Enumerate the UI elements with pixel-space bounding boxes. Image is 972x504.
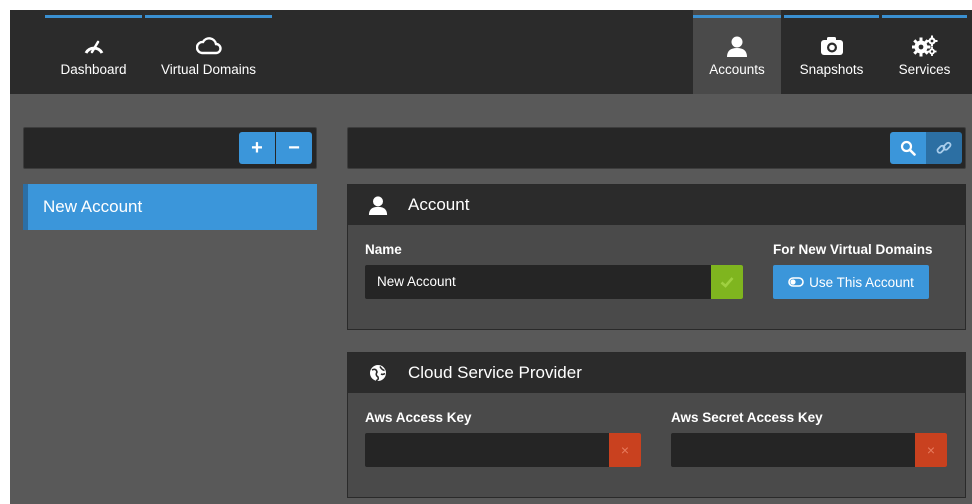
nav-dashboard-label: Dashboard [60,62,127,77]
nav-virtual-domains-label: Virtual Domains [160,62,257,77]
nav-accounts-label: Accounts [709,62,765,77]
nav-dashboard[interactable]: Dashboard [45,10,142,94]
cloud-provider-panel: Cloud Service Provider Aws Access Key × … [347,352,966,498]
cloud-provider-panel-title: Cloud Service Provider [408,363,582,382]
nav-indicator [145,15,272,18]
nav-accounts[interactable]: Accounts [693,10,781,94]
speedometer-icon [83,34,105,58]
search-icon [900,140,916,156]
nav-services-label: Services [898,62,951,77]
error-icon: × [915,433,947,467]
name-field-value: New Account [377,274,456,289]
aws-secret-access-key-field[interactable]: × [671,433,947,467]
use-this-account-label: Use This Account [809,274,914,290]
add-account-button[interactable]: + [239,132,275,164]
error-icon: × [609,433,641,467]
toggle-icon [788,277,804,287]
checkmark-icon [711,265,743,299]
account-panel: Account Name New Account For New Virtual… [347,184,966,330]
aws-access-key-field[interactable]: × [365,433,641,467]
top-navigation: Dashboard Virtual Domains Accounts Snaps… [10,10,972,94]
nav-snapshots[interactable]: Snapshots [784,10,879,94]
nav-indicator [882,15,967,18]
camera-icon [820,34,844,58]
account-panel-title: Account [408,195,470,214]
use-this-account-button[interactable]: Use This Account [773,265,929,299]
nav-snapshots-label: Snapshots [799,62,864,77]
gears-icon [911,34,938,58]
nav-indicator [784,15,879,18]
nav-services[interactable]: Services [882,10,967,94]
list-item[interactable]: New Account [23,184,317,230]
aws-secret-access-key-label: Aws Secret Access Key [671,410,823,425]
nav-indicator [693,15,781,18]
link-icon [936,141,952,154]
app-frame: Dashboard Virtual Domains Accounts Snaps… [10,10,972,504]
toolbar-actions [890,132,962,164]
cloud-provider-panel-header: Cloud Service Provider [348,353,965,393]
for-new-virtual-domains-label: For New Virtual Domains [773,242,933,257]
globe-icon [366,364,390,382]
name-label: Name [365,242,402,257]
name-field[interactable]: New Account [365,265,743,299]
user-icon [366,195,390,215]
detail-toolbar [347,127,966,169]
cloud-icon [195,34,222,58]
aws-access-key-label: Aws Access Key [365,410,472,425]
remove-account-button[interactable]: − [276,132,312,164]
add-remove-group: + − [239,132,312,164]
account-panel-header: Account [348,185,965,225]
nav-virtual-domains[interactable]: Virtual Domains [145,10,272,94]
nav-indicator [45,15,142,18]
account-list-toolbar: + − [23,127,317,169]
link-button[interactable] [926,132,962,164]
search-button[interactable] [890,132,926,164]
user-icon [726,34,748,58]
